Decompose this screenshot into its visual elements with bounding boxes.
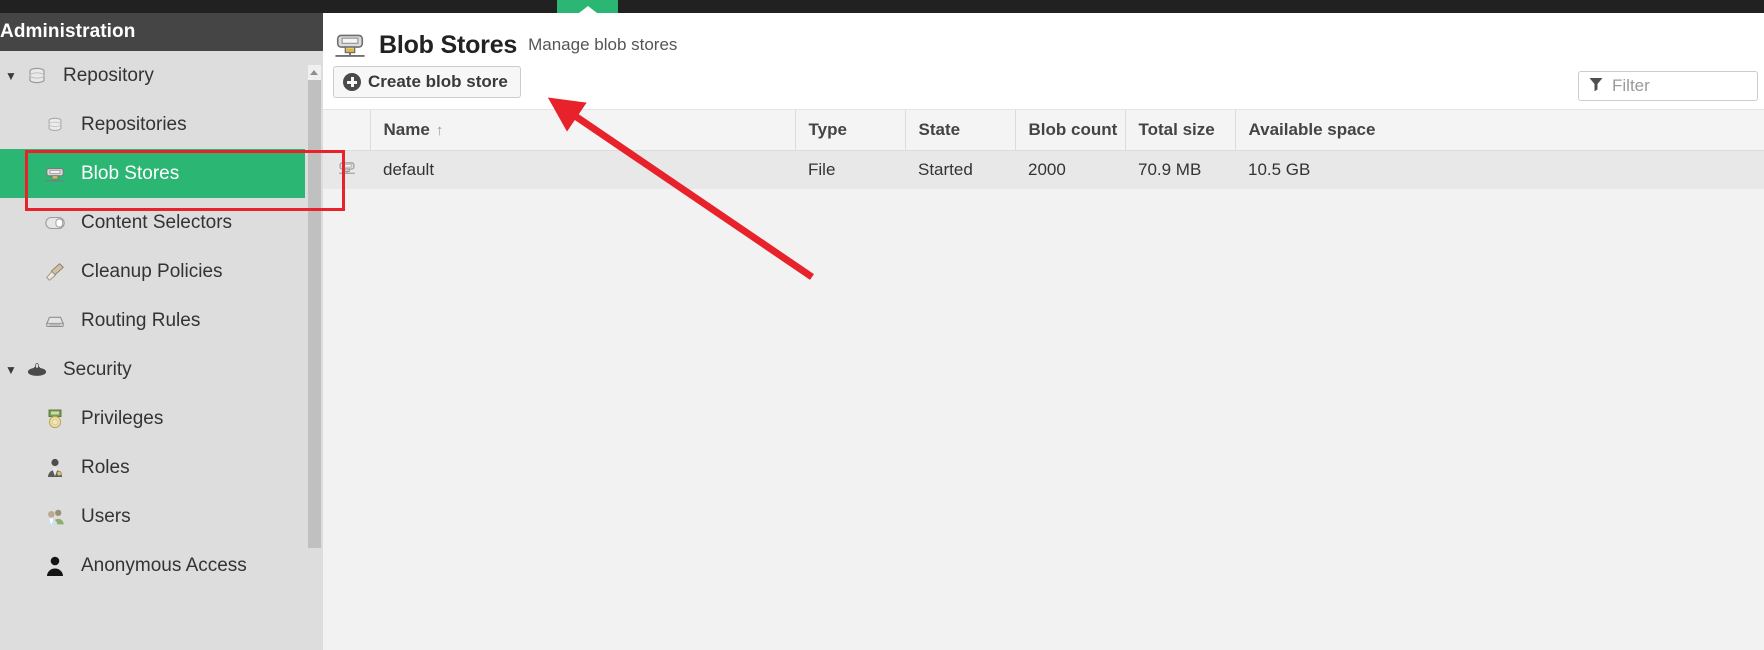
column-header-total-size[interactable]: Total size bbox=[1125, 110, 1236, 151]
sidebar-item-label: Anonymous Access bbox=[81, 555, 247, 576]
column-label: Type bbox=[808, 120, 847, 139]
page-toolbar: Create blob store bbox=[323, 63, 1764, 98]
chevron-down-icon[interactable]: ▼ bbox=[0, 69, 22, 83]
database-icon bbox=[40, 112, 70, 138]
blob-store-icon bbox=[333, 30, 367, 60]
admin-sidebar: Administration ▼ Repository Repositories… bbox=[0, 13, 323, 650]
content-selector-icon bbox=[40, 210, 70, 236]
column-label: Available space bbox=[1248, 120, 1376, 139]
sidebar-item-content-selectors[interactable]: Content Selectors bbox=[0, 198, 323, 247]
cell-total-size: 70.9 MB bbox=[1125, 150, 1235, 189]
chevron-down-icon[interactable]: ▼ bbox=[0, 363, 22, 377]
column-header-type[interactable]: Type bbox=[795, 110, 906, 151]
cell-state: Started bbox=[905, 150, 1015, 189]
cell-blob-count: 2000 bbox=[1015, 150, 1125, 189]
person-icon bbox=[40, 553, 70, 579]
main-content: Blob Stores Manage blob stores Create bl… bbox=[323, 13, 1764, 650]
funnel-icon bbox=[1588, 76, 1604, 97]
create-blob-store-label: Create blob store bbox=[368, 72, 508, 91]
users-icon bbox=[40, 504, 70, 530]
sidebar-item-label: Roles bbox=[81, 457, 130, 478]
sidebar-item-repository[interactable]: ▼ Repository bbox=[0, 51, 323, 100]
blob-store-icon bbox=[337, 161, 357, 180]
sidebar-header-label: Administration bbox=[0, 21, 136, 42]
filter-placeholder: Filter bbox=[1612, 76, 1650, 95]
browser-topbar bbox=[0, 0, 1764, 13]
app-root: Administration ▼ Repository Repositories… bbox=[0, 0, 1764, 650]
column-label: Name bbox=[383, 120, 430, 139]
sidebar-item-label: Repository bbox=[63, 65, 154, 86]
page-title-row: Blob Stores Manage blob stores bbox=[323, 13, 1764, 63]
caret-up-icon bbox=[578, 6, 597, 13]
page-title: Blob Stores bbox=[379, 30, 518, 59]
role-person-icon bbox=[40, 455, 70, 481]
broom-icon bbox=[40, 259, 70, 285]
database-icon bbox=[22, 63, 52, 89]
sidebar-item-roles[interactable]: Roles bbox=[0, 443, 323, 492]
filter-input[interactable]: Filter bbox=[1578, 71, 1758, 101]
blob-stores-table: Name ↑ Type State Blob count Total size A… bbox=[323, 110, 1764, 189]
page-subtitle: Manage blob stores bbox=[528, 35, 678, 54]
sidebar-item-anonymous-access[interactable]: Anonymous Access bbox=[0, 541, 323, 590]
routing-icon bbox=[40, 308, 70, 334]
sidebar-item-blob-stores[interactable]: Blob Stores bbox=[0, 149, 305, 198]
sidebar-item-repositories[interactable]: Repositories bbox=[0, 100, 323, 149]
sidebar-item-cleanup-policies[interactable]: Cleanup Policies bbox=[0, 247, 323, 296]
browser-tab-active[interactable] bbox=[557, 0, 618, 13]
cell-available-space: 10.5 GB bbox=[1235, 150, 1764, 189]
sidebar-scrollbar-thumb[interactable] bbox=[308, 80, 321, 548]
sidebar-item-label: Users bbox=[81, 506, 131, 527]
sidebar-item-security[interactable]: ▼ Security bbox=[0, 345, 323, 394]
medal-icon bbox=[40, 406, 70, 432]
sidebar-item-privileges[interactable]: Privileges bbox=[0, 394, 323, 443]
create-blob-store-button[interactable]: Create blob store bbox=[333, 66, 521, 98]
sort-ascending-icon: ↑ bbox=[435, 122, 444, 139]
column-header-blob-count[interactable]: Blob count bbox=[1015, 110, 1126, 151]
sidebar-nav-list: ▼ Repository Repositories Blob Stores Co… bbox=[0, 51, 323, 650]
column-header-state[interactable]: State bbox=[905, 110, 1016, 151]
sidebar-item-label: Security bbox=[63, 359, 132, 380]
scroll-up-arrow-icon[interactable] bbox=[308, 65, 321, 79]
column-label: Blob count bbox=[1028, 120, 1118, 139]
sidebar-item-label: Cleanup Policies bbox=[81, 261, 223, 282]
table-header-spacer bbox=[323, 110, 371, 151]
sidebar-header: Administration bbox=[0, 13, 323, 51]
security-icon bbox=[22, 357, 52, 383]
blob-store-icon bbox=[40, 161, 70, 187]
column-header-name[interactable]: Name ↑ bbox=[370, 110, 796, 151]
cell-name: default bbox=[370, 150, 795, 189]
sidebar-item-routing-rules[interactable]: Routing Rules bbox=[0, 296, 323, 345]
sidebar-item-label: Repositories bbox=[81, 114, 187, 135]
column-label: State bbox=[918, 120, 961, 139]
sidebar-item-label: Routing Rules bbox=[81, 310, 201, 331]
table-header-row: Name ↑ Type State Blob count Total size A… bbox=[323, 110, 1764, 151]
sidebar-item-users[interactable]: Users bbox=[0, 492, 323, 541]
plus-circle-icon bbox=[343, 73, 361, 91]
column-header-available-space[interactable]: Available space bbox=[1235, 110, 1764, 151]
sidebar-item-label: Content Selectors bbox=[81, 212, 233, 233]
table-row[interactable]: default File Started 2000 70.9 MB 10.5 G… bbox=[323, 150, 1764, 189]
column-label: Total size bbox=[1138, 120, 1215, 139]
row-icon-cell bbox=[323, 150, 370, 189]
sidebar-item-label: Privileges bbox=[81, 408, 164, 429]
page-header: Blob Stores Manage blob stores Create bl… bbox=[323, 13, 1764, 110]
sidebar-item-label: Blob Stores bbox=[81, 163, 180, 184]
cell-type: File bbox=[795, 150, 905, 189]
